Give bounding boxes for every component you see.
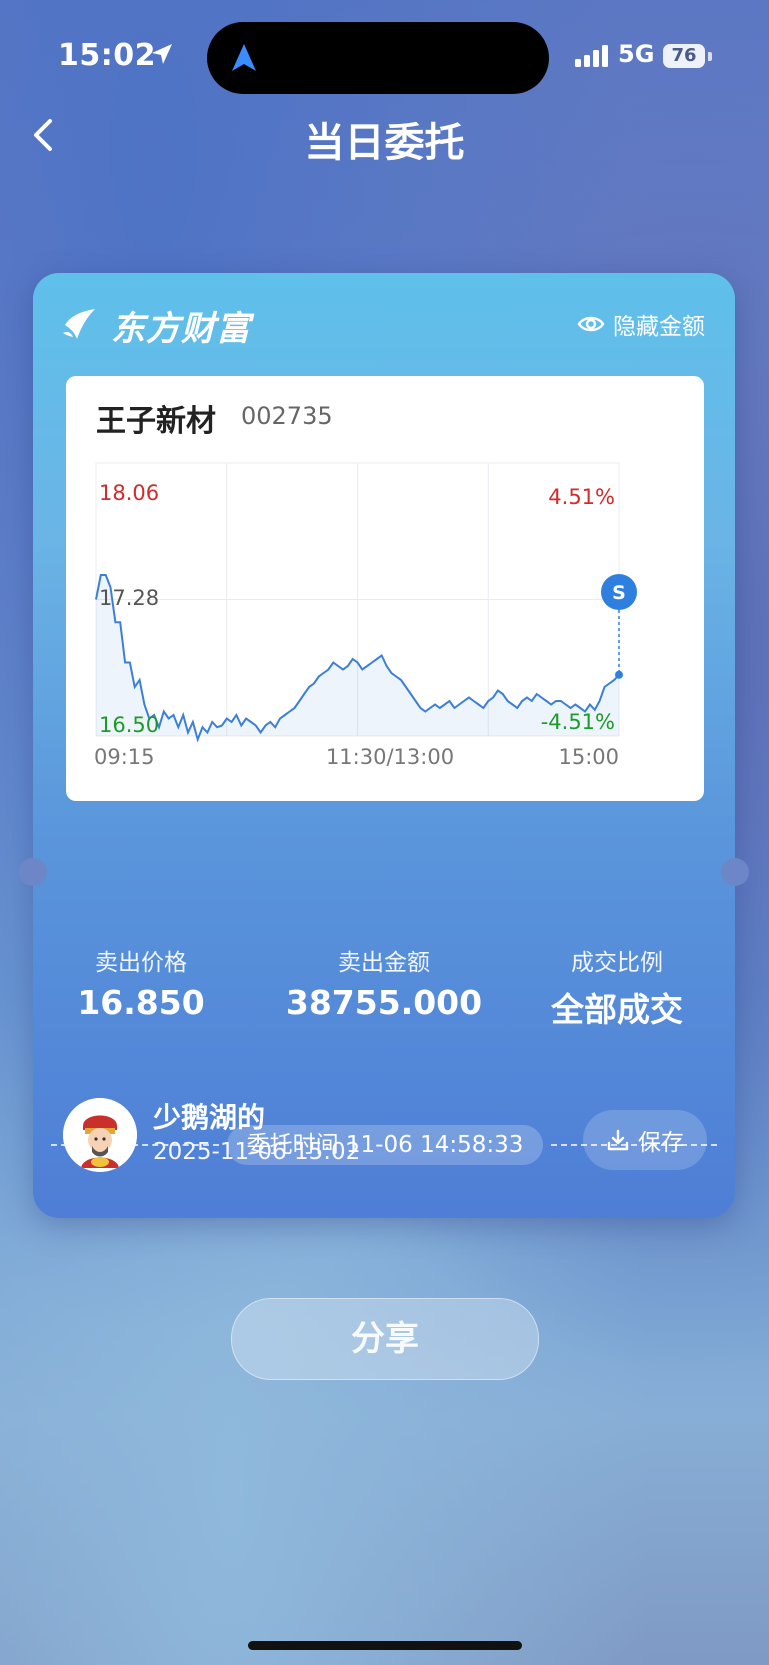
page-title: 当日委托 bbox=[304, 120, 465, 166]
chart-panel: 王子新材 002735 S 18.06 17.28 16.50 4.51% -4… bbox=[66, 376, 704, 801]
share-timestamp: 2025-11-06 15:02 bbox=[153, 1139, 361, 1165]
intraday-price-chart: S 18.06 17.28 16.50 4.51% -4.51% 09:15 1… bbox=[94, 462, 637, 769]
status-time: 15:02 bbox=[58, 38, 156, 73]
brand-name: 东方财富 bbox=[111, 309, 251, 349]
marker-point bbox=[615, 670, 623, 679]
status-bar: 15:02 5G 76 bbox=[0, 0, 769, 110]
dynamic-island bbox=[207, 22, 549, 94]
x-label-midday: 11:30/13:00 bbox=[326, 745, 454, 769]
card-notch-left bbox=[19, 858, 47, 886]
share-button[interactable]: 分享 bbox=[231, 1298, 539, 1380]
stat-sell-amount: 卖出金额 38755.000 bbox=[269, 943, 499, 1022]
x-label-close: 15:00 bbox=[558, 745, 619, 769]
battery-indicator: 76 bbox=[663, 44, 705, 68]
stat-value: 38755.000 bbox=[285, 983, 483, 1022]
location-arrow-icon bbox=[152, 44, 172, 64]
y-label-top: 18.06 bbox=[99, 481, 159, 505]
avatar[interactable] bbox=[63, 1098, 137, 1172]
stat-label: 卖出金额 bbox=[338, 950, 430, 976]
y-label-bottom: 16.50 bbox=[99, 713, 159, 737]
battery-cap bbox=[708, 52, 712, 61]
avatar-image bbox=[63, 1098, 137, 1172]
save-button[interactable]: 保存 bbox=[583, 1110, 707, 1170]
stat-sell-price: 卖出价格 16.850 bbox=[33, 943, 256, 1022]
pct-label-top: 4.51% bbox=[548, 485, 615, 509]
home-indicator bbox=[248, 1641, 522, 1650]
marker-label: S bbox=[612, 582, 626, 604]
hide-amount-label: 隐藏金额 bbox=[613, 314, 705, 340]
stat-label: 卖出价格 bbox=[95, 950, 187, 976]
navigation-icon bbox=[232, 44, 256, 71]
stat-value: 16.850 bbox=[77, 983, 205, 1022]
network-type: 5G bbox=[618, 40, 655, 68]
stat-label: 成交比例 bbox=[571, 950, 663, 976]
hide-amount-toggle[interactable]: 隐藏金额 bbox=[577, 307, 705, 341]
x-label-open: 09:15 bbox=[94, 745, 155, 769]
username: 少鹅湖的 bbox=[153, 1101, 266, 1134]
card-notch-right bbox=[721, 858, 749, 886]
stat-fill-ratio: 成交比例 全部成交 bbox=[502, 943, 732, 1031]
signal-icon bbox=[575, 45, 608, 67]
order-share-card: 东方财富 隐藏金额 王子新材 002735 S 18.06 17.28 16.5… bbox=[33, 273, 735, 1218]
stat-value: 全部成交 bbox=[551, 990, 683, 1029]
download-icon bbox=[607, 1129, 629, 1151]
brand-logo-icon bbox=[63, 309, 95, 339]
save-label: 保存 bbox=[638, 1130, 684, 1156]
eye-icon bbox=[577, 316, 605, 332]
y-label-mid: 17.28 bbox=[99, 586, 159, 610]
pct-label-bottom: -4.51% bbox=[541, 710, 615, 734]
